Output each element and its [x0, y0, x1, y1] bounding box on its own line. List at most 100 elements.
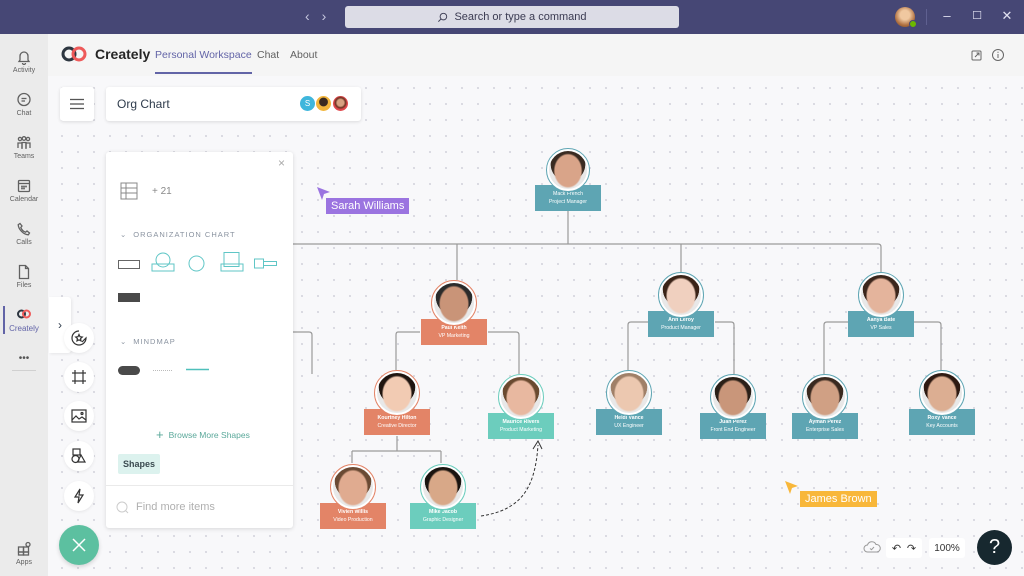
rail-item-activity[interactable]: Activity: [0, 40, 48, 82]
rail-label: Calls: [16, 238, 32, 246]
undo-button[interactable]: ↶: [892, 542, 901, 555]
document-title[interactable]: Org Chart: [117, 97, 170, 111]
close-icon: [72, 538, 86, 552]
avatar: [420, 464, 466, 510]
chevron-down-icon: ⌄: [120, 337, 128, 346]
shapes-icon: [71, 448, 87, 464]
employee-role: Video Production: [333, 517, 373, 523]
tab-personal-workspace[interactable]: Personal Workspace: [155, 49, 252, 74]
rail-item-calls[interactable]: Calls: [0, 212, 48, 254]
avatar: [546, 148, 590, 192]
teams-icon: [17, 135, 31, 149]
collaborator-avatar[interactable]: [332, 95, 349, 112]
menu-button[interactable]: [60, 87, 94, 121]
user-avatar[interactable]: [895, 7, 917, 28]
divider: [926, 9, 927, 25]
search-placeholder: Search or type a command: [454, 11, 587, 23]
cursor-pointer-icon: [785, 481, 798, 494]
rail-label: Activity: [12, 66, 36, 74]
table-shape-icon[interactable]: [120, 182, 138, 200]
section-mindmap[interactable]: ⌄ MINDMAP: [120, 337, 176, 346]
plus-icon: +: [156, 427, 164, 442]
back-button[interactable]: ‹: [305, 8, 310, 24]
app-rail: Activity Chat Teams Calendar Calls Files…: [0, 34, 48, 576]
browse-label: Browse More Shapes: [168, 429, 250, 440]
tab-about[interactable]: About: [290, 49, 317, 61]
divider: [106, 485, 293, 486]
stickers-tool[interactable]: [64, 323, 94, 353]
history-nav: ‹ ›: [305, 8, 326, 24]
rail-item-chat[interactable]: Chat: [0, 83, 48, 125]
org-compact-card-shape[interactable]: [254, 258, 278, 270]
shapes-tab[interactable]: Shapes: [118, 454, 161, 474]
shapes-tool[interactable]: [64, 441, 94, 471]
extra-shapes-count[interactable]: + 21: [152, 186, 172, 197]
rectangle-shape[interactable]: [118, 260, 140, 270]
maximize-button[interactable]: ☐: [968, 9, 986, 22]
employee-role: Front End Engineer: [710, 427, 756, 433]
pill-shape[interactable]: [118, 366, 140, 375]
section-title: MINDMAP: [133, 337, 176, 346]
collaborator-cursor-label: Sarah Williams: [326, 198, 410, 214]
help-button[interactable]: ?: [977, 530, 1012, 565]
circle-shape[interactable]: [188, 255, 205, 272]
rail-item-calendar[interactable]: Calendar: [0, 169, 48, 211]
line-shape[interactable]: [186, 368, 209, 371]
dotted-line-shape[interactable]: [153, 369, 172, 372]
app-header: Creately Personal Workspace Chat About: [48, 34, 1024, 76]
collaborator-avatar[interactable]: [315, 95, 332, 112]
rail-label: Creately: [9, 323, 39, 333]
employee-role: Project Manager: [548, 199, 588, 205]
search-icon: [116, 501, 129, 513]
chat-icon: [17, 92, 31, 106]
org-photo-card-shape[interactable]: [151, 252, 175, 272]
employee-role: Creative Director: [377, 423, 417, 429]
quick-actions-tool[interactable]: [64, 481, 94, 511]
calendar-icon: [17, 179, 31, 192]
phone-icon: [17, 222, 31, 235]
close-window-button[interactable]: ✕: [998, 8, 1016, 24]
employee-role: Product Manager: [661, 325, 701, 331]
minimize-button[interactable]: –: [938, 8, 956, 23]
rail-item-files[interactable]: Files: [0, 255, 48, 297]
cloud-saved-icon: [863, 541, 881, 553]
avatar: [802, 374, 848, 420]
employee-role: VP Sales: [870, 325, 892, 331]
avatar: [919, 370, 965, 416]
undo-redo-group: ↶ ↷: [886, 538, 922, 558]
avatar: [498, 374, 544, 420]
avatar: [431, 280, 477, 326]
tab-chat[interactable]: Chat: [257, 49, 279, 61]
document-title-bar: Org Chart S: [106, 87, 361, 121]
info-icon[interactable]: [991, 48, 1005, 62]
rail-item-apps[interactable]: Apps: [0, 532, 48, 574]
more-apps-button[interactable]: •••: [0, 337, 48, 379]
rail-item-teams[interactable]: Teams: [0, 126, 48, 168]
search-input[interactable]: Search or type a command: [345, 6, 679, 28]
filled-rectangle-shape[interactable]: [118, 293, 140, 302]
rail-label: Files: [16, 281, 32, 289]
redo-button[interactable]: ↷: [907, 542, 916, 555]
employee-role: UX Engineer: [614, 423, 644, 429]
close-panel-button[interactable]: ×: [278, 156, 285, 170]
find-items-input[interactable]: Find more items: [116, 498, 281, 516]
browse-more-shapes-link[interactable]: + Browse More Shapes: [156, 427, 250, 442]
forward-button[interactable]: ›: [322, 8, 327, 24]
org-square-card-shape[interactable]: [220, 252, 244, 272]
zoom-level[interactable]: 100%: [929, 538, 965, 558]
bell-icon: [17, 50, 31, 65]
creately-logo: Creately: [60, 46, 150, 62]
avatar: [710, 374, 756, 420]
avatar: [606, 370, 652, 416]
file-icon: [18, 264, 30, 279]
image-tool[interactable]: [64, 401, 94, 431]
employee-role: Key Accounts: [926, 423, 958, 429]
section-organization-chart[interactable]: ⌄ ORGANIZATION CHART: [120, 230, 236, 239]
collaborator-avatar[interactable]: S: [299, 95, 316, 112]
rail-item-creately[interactable]: Creately: [0, 298, 48, 340]
close-tools-button[interactable]: [59, 525, 99, 565]
popout-icon[interactable]: [970, 48, 984, 62]
creately-logo-icon: [17, 309, 31, 318]
frame-tool[interactable]: [64, 362, 94, 392]
find-placeholder: Find more items: [136, 501, 215, 513]
